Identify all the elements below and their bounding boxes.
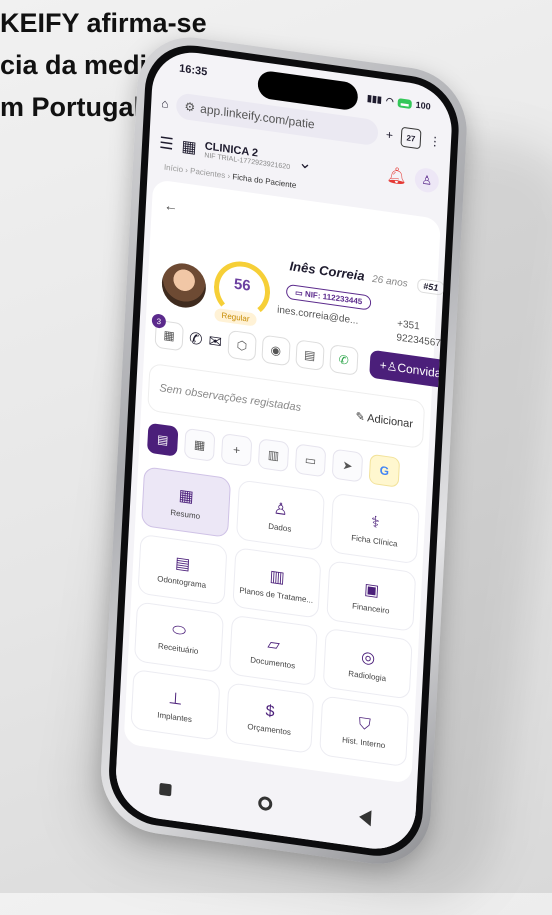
- signal-icon: ▮▮▮: [366, 92, 383, 105]
- tile-label: Radiologia: [348, 668, 387, 683]
- patient-age: 26 anos: [371, 273, 408, 290]
- patient-number: #51: [416, 278, 445, 296]
- folder-icon: ▱: [267, 635, 281, 654]
- score-value: 56: [233, 275, 252, 295]
- tile-label: Implantes: [157, 709, 193, 724]
- tile-receituario[interactable]: ⬭ Receituário: [133, 601, 224, 674]
- hamburger-menu-icon[interactable]: ☰: [159, 133, 174, 155]
- dollar-doc-icon: $: [265, 702, 276, 721]
- tile-planos-tratamento[interactable]: ▥ Planos de Tratame...: [232, 547, 322, 619]
- battery-level: 100: [415, 99, 431, 112]
- invite-patient-button[interactable]: +♙ Convidar Po: [368, 349, 454, 392]
- user-avatar-button[interactable]: ♙: [414, 166, 440, 194]
- notification-bell-icon[interactable]: 🔔︎: [386, 165, 407, 188]
- breadcrumb-home[interactable]: Início: [164, 163, 184, 175]
- id-document-icon[interactable]: ▤: [295, 339, 325, 372]
- tile-label: Documentos: [250, 654, 296, 671]
- back-arrow-icon[interactable]: ←: [164, 197, 179, 215]
- stethoscope-icon: ⚕: [370, 513, 381, 532]
- user-plus-icon: +♙: [379, 357, 398, 375]
- whatsapp-icon[interactable]: ✆: [329, 344, 359, 376]
- chevron-down-icon[interactable]: ⌄: [298, 152, 312, 174]
- invite-label: Convidar Po: [397, 360, 454, 384]
- patient-card: ← 56 Regular Inês Correia 26 anos #51 ▭ …: [123, 179, 454, 784]
- id-card-icon: ▭: [294, 288, 306, 299]
- wifi-icon: ◠: [385, 94, 395, 107]
- wallet-icon: ▣: [363, 580, 380, 600]
- pencil-icon: ✎: [355, 410, 368, 424]
- add-observation-label: Adicionar: [366, 411, 414, 431]
- tile-odontograma[interactable]: ▤ Odontograma: [137, 533, 228, 606]
- tile-label: Planos de Tratame...: [239, 585, 314, 605]
- tile-financeiro[interactable]: ▣ Financeiro: [326, 560, 417, 632]
- tile-ficha-clinica[interactable]: ⚕ Ficha Clínica: [330, 492, 420, 565]
- tile-hist-interno[interactable]: ⛉ Hist. Interno: [319, 695, 410, 768]
- tile-resumo[interactable]: ▦ Resumo: [141, 466, 231, 538]
- quick-send-icon[interactable]: ➤: [331, 448, 364, 483]
- user-icon: ♙: [273, 499, 289, 519]
- home-button[interactable]: [257, 795, 273, 812]
- clipboard-icon: ▥: [269, 567, 286, 587]
- tile-dados[interactable]: ♙ Dados: [235, 479, 326, 552]
- tile-orcamentos[interactable]: $ Orçamentos: [224, 682, 315, 754]
- tooth-chart-icon: ▤: [174, 554, 191, 574]
- patient-phone[interactable]: +351 922345678: [396, 317, 447, 352]
- pill-icon: ⬭: [171, 620, 187, 640]
- tile-label: Resumo: [170, 507, 201, 521]
- home-icon[interactable]: ⌂: [161, 96, 169, 111]
- patient-sections-grid: ▦ Resumo ♙ Dados ⚕ Ficha Clínica ▤ Odontogra…: [130, 466, 420, 768]
- tile-documentos[interactable]: ▱ Documentos: [228, 614, 319, 687]
- status-icons: ▮▮▮ ◠ ▬ 100: [367, 89, 432, 116]
- patient-avatar: [160, 260, 208, 311]
- status-time: 16:35: [178, 62, 208, 79]
- shield-icon[interactable]: ⬡: [227, 329, 257, 362]
- tile-label: Receituário: [157, 640, 199, 656]
- tile-label: Financeiro: [351, 600, 390, 616]
- phone-screen: 16:35 ▮▮▮ ◠ ▬ 100 ⌂ ⚙ app.linkeify.com/p…: [113, 47, 454, 855]
- grid-icon: ▦: [178, 486, 195, 506]
- shield-icon: ⛉: [358, 715, 372, 734]
- battery-icon: ▬: [397, 97, 412, 109]
- clinic-selector[interactable]: CLINICA 2 NIF TRIAL-1772923921620: [204, 140, 291, 171]
- quick-document-icon[interactable]: ▤: [146, 422, 179, 457]
- phone-bezel: 16:35 ▮▮▮ ◠ ▬ 100 ⌂ ⚙ app.linkeify.com/p…: [106, 39, 462, 863]
- camera-icon[interactable]: ◉: [261, 334, 291, 367]
- clinic-building-icon: ▦: [181, 138, 198, 158]
- tile-implantes[interactable]: ⊥ Implantes: [130, 668, 221, 741]
- tile-label: Dados: [268, 521, 292, 534]
- back-button[interactable]: [359, 808, 372, 827]
- recents-button[interactable]: [158, 782, 172, 797]
- new-tab-icon[interactable]: +: [386, 128, 394, 143]
- tile-label: Orçamentos: [247, 721, 292, 737]
- url-text: app.linkeify.com/patie: [199, 101, 315, 132]
- google-icon[interactable]: G: [368, 453, 401, 488]
- quick-calendar-icon[interactable]: ▦: [183, 427, 216, 462]
- phone-frame: 16:35 ▮▮▮ ◠ ▬ 100 ⌂ ⚙ app.linkeify.com/p…: [98, 30, 470, 872]
- radiation-icon: ◎: [360, 648, 376, 668]
- tabs-button[interactable]: 27: [400, 126, 422, 150]
- patient-email[interactable]: ines.correia@de...: [277, 305, 359, 327]
- quick-clipboard-icon[interactable]: ▥: [257, 438, 290, 473]
- appointments-button[interactable]: ▦ 3: [151, 313, 184, 352]
- add-observation-button[interactable]: ✎ Adicionar: [355, 409, 413, 430]
- site-settings-icon[interactable]: ⚙: [184, 99, 195, 114]
- phone-call-icon[interactable]: ✆: [189, 328, 203, 350]
- implant-icon: ⊥: [168, 689, 183, 709]
- appointments-badge: 3: [151, 313, 167, 329]
- tile-radiologia[interactable]: ◎ Radiologia: [323, 627, 413, 700]
- tile-label: Odontograma: [157, 573, 207, 590]
- observations-placeholder: Sem observações registadas: [159, 382, 302, 414]
- quick-add-icon[interactable]: +: [220, 433, 253, 468]
- calendar-icon: ▦: [163, 327, 176, 344]
- tile-label: Ficha Clínica: [351, 532, 398, 549]
- quick-card-icon[interactable]: ▭: [294, 443, 327, 478]
- browser-menu-icon[interactable]: ⋮: [429, 134, 442, 150]
- mail-icon[interactable]: ✉: [208, 331, 222, 353]
- tile-label: Hist. Interno: [341, 734, 386, 750]
- patient-name: Inês Correia: [289, 258, 365, 284]
- patient-nif: NIF: 112233445: [304, 289, 363, 307]
